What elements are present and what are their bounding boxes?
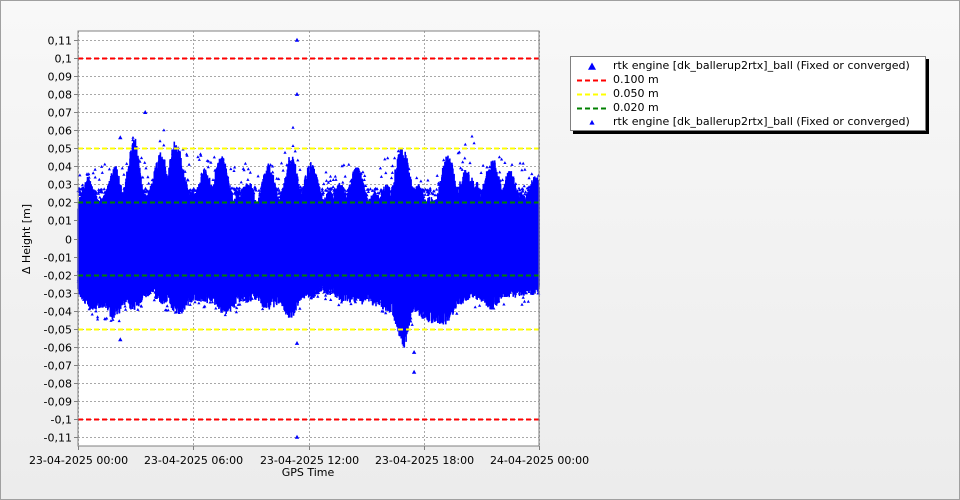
y-tick-label: 0,03 [48, 179, 73, 192]
triangle-marker-icon [589, 119, 595, 125]
y-tick-label: 0,02 [48, 197, 73, 210]
y-tick-label: -0,06 [44, 342, 72, 355]
legend-item: 0.050 m [571, 87, 925, 101]
y-tick-label: -0,04 [44, 306, 72, 319]
y-tick-label: -0,09 [44, 396, 72, 409]
y-tick-label: -0,01 [44, 252, 72, 265]
legend-marker-symbol [588, 62, 596, 70]
legend-label: rtk engine [dk_ballerup2rtx]_ball (Fixed… [613, 59, 910, 72]
x-tick-label: 24-04-2025 00:00 [490, 454, 589, 467]
y-tick-label: 0,01 [48, 215, 73, 228]
legend-item: 0.020 m [571, 101, 925, 115]
y-tick-label: 0,11 [48, 35, 73, 48]
y-tick-label: 0,06 [48, 125, 73, 138]
y-tick-label: 0,09 [48, 71, 73, 84]
legend-label: 0.050 m [613, 87, 659, 100]
triangle-marker-icon [588, 62, 596, 70]
x-tick-label: 23-04-2025 06:00 [144, 454, 243, 467]
dashed-line-icon [577, 107, 607, 110]
y-tick-label: 0,1 [55, 53, 73, 66]
x-axis-title: GPS Time [282, 466, 335, 479]
legend-item: rtk engine [dk_ballerup2rtx]_ball (Fixed… [571, 115, 925, 129]
y-tick-label: -0,03 [44, 288, 72, 301]
y-axis-ticks: 0,11 0,1 0,09 0,08 0,07 0,06 0,05 0,04 0,03 0,02 0… [44, 35, 78, 445]
legend: rtk engine [dk_ballerup2rtx]_ball (Fixed… [570, 56, 926, 131]
legend-label: rtk engine [dk_ballerup2rtx]_ball (Fixed… [613, 115, 910, 128]
y-tick-label: 0 [65, 234, 72, 247]
y-tick-label: -0,02 [44, 270, 72, 283]
dashed-line-icon [577, 93, 607, 96]
y-tick-label: 0,05 [48, 143, 73, 156]
legend-item: rtk engine [dk_ballerup2rtx]_ball (Fixed… [571, 59, 925, 73]
y-tick-label: -0,07 [44, 360, 72, 373]
y-tick-label: -0,1 [51, 414, 72, 427]
dashed-line-icon [577, 79, 607, 82]
legend-item: 0.100 m [571, 73, 925, 87]
legend-label: 0.100 m [613, 73, 659, 86]
x-tick-label: 23-04-2025 00:00 [29, 454, 128, 467]
y-tick-label: -0,05 [44, 324, 72, 337]
y-tick-label: -0,08 [44, 378, 72, 391]
y-tick-label: 0,04 [48, 161, 73, 174]
legend-label: 0.020 m [613, 101, 659, 114]
y-tick-label: 0,08 [48, 89, 73, 102]
y-tick-label: 0,07 [48, 107, 73, 120]
legend-marker-symbol [589, 119, 595, 125]
x-axis-ticks: 23-04-2025 00:00 23-04-2025 06:00 23-04-20… [29, 446, 589, 467]
y-tick-label: -0,11 [44, 432, 72, 445]
y-axis-title: Δ Height [m] [20, 204, 33, 274]
x-tick-label: 23-04-2025 18:00 [375, 454, 474, 467]
